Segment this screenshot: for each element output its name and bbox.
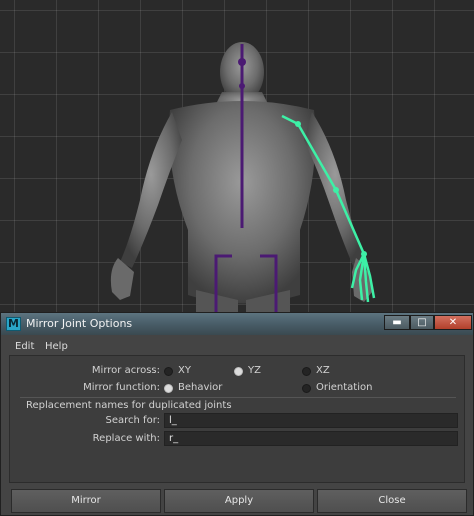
radio-behavior[interactable] [164, 384, 173, 393]
radio-yz[interactable] [234, 367, 243, 376]
radio-xy-label[interactable]: XY [178, 365, 191, 376]
radio-xz[interactable] [302, 367, 311, 376]
mirror-function-label: Mirror function: [83, 382, 160, 393]
menu-edit[interactable]: Edit [15, 341, 34, 352]
close-window-button[interactable]: ✕ [434, 315, 472, 330]
mirror-button[interactable]: Mirror [11, 489, 161, 513]
menu-bar: Edit Help [9, 339, 465, 355]
search-for-label: Search for: [105, 415, 160, 426]
replace-with-field[interactable]: r_ [164, 431, 458, 446]
replacement-heading: Replacement names for duplicated joints [26, 400, 232, 411]
apply-button[interactable]: Apply [164, 489, 314, 513]
section-divider [20, 397, 456, 398]
model-arm-left [120, 112, 182, 268]
replace-with-label: Replace with: [92, 433, 160, 444]
close-button[interactable]: Close [317, 489, 467, 513]
window-title: Mirror Joint Options [26, 317, 133, 330]
character-model [110, 42, 376, 312]
maya-m-icon: M [6, 317, 21, 331]
radio-yz-label[interactable]: YZ [248, 365, 261, 376]
mirror-across-label: Mirror across: [91, 365, 160, 376]
radio-behavior-label[interactable]: Behavior [178, 382, 222, 393]
options-panel: Mirror across: XY YZ XZ Mirror function:… [9, 355, 465, 483]
title-bar[interactable]: M Mirror Joint Options ▬ □ ✕ [1, 313, 473, 335]
radio-orientation-label[interactable]: Orientation [316, 382, 372, 393]
3d-viewport[interactable] [0, 0, 474, 312]
maximize-button[interactable]: □ [410, 315, 434, 330]
radio-xz-label[interactable]: XZ [316, 365, 330, 376]
minimize-button[interactable]: ▬ [384, 315, 410, 330]
radio-orientation[interactable] [302, 384, 311, 393]
menu-help[interactable]: Help [45, 341, 68, 352]
mirror-joint-options-dialog: M Mirror Joint Options ▬ □ ✕ Edit Help M… [0, 312, 474, 516]
radio-xy[interactable] [164, 367, 173, 376]
search-for-field[interactable]: l_ [164, 413, 458, 428]
